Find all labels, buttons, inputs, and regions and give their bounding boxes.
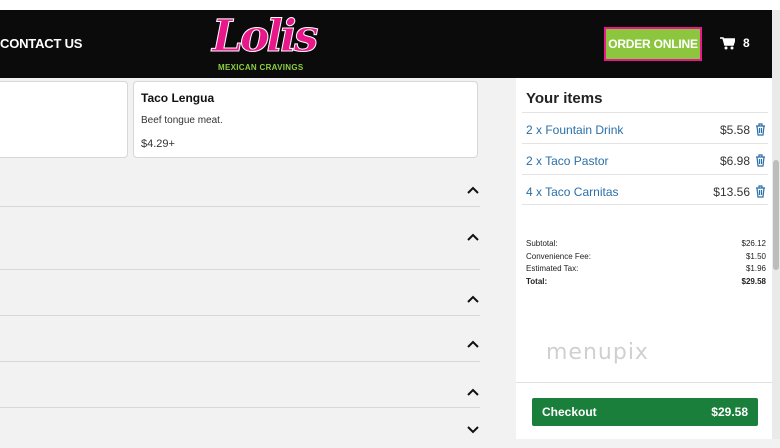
shopping-cart-icon (720, 36, 735, 49)
total-row: Total: $29.58 (526, 276, 766, 289)
fee-row: Convenience Fee: $1.50 (526, 251, 766, 264)
cart-item-row: 4 x Taco Carnitas $13.56 (522, 174, 768, 205)
checkout-amount: $29.58 (711, 405, 748, 419)
checkout-label: Checkout (542, 405, 597, 419)
menu-item-card[interactable]: Taco Lengua Beef tongue meat. $4.29+ (133, 81, 478, 158)
menu-section[interactable] (0, 270, 480, 316)
menu-item-name: Taco Lengua (141, 91, 215, 105)
fee-label: Convenience Fee: (526, 251, 591, 261)
cart-item-name[interactable]: 4 x Taco Carnitas (526, 185, 619, 199)
chevron-up-icon[interactable] (466, 387, 480, 397)
logo-wordmark: Lolis (212, 11, 319, 62)
order-online-button[interactable]: ORDER ONLINE (604, 27, 702, 61)
cart-item-price: $13.56 (713, 185, 750, 199)
trash-icon[interactable] (755, 154, 766, 167)
site-logo[interactable]: Lolis MEXICAN CRAVINGS (212, 11, 319, 77)
menu-section[interactable] (0, 207, 480, 270)
subtotal-label: Subtotal: (526, 239, 558, 248)
page-scrollbar[interactable] (772, 10, 780, 439)
nav-contact-us[interactable]: CONTACT US (0, 36, 82, 51)
order-summary-panel: Your items 2 x Fountain Drink $5.58 2 x … (516, 78, 772, 439)
menu-section[interactable] (0, 362, 480, 408)
cart-button[interactable]: 8 (720, 36, 750, 50)
checkout-button[interactable]: Checkout $29.58 (532, 398, 758, 426)
tax-row: Estimated Tax: $1.96 (526, 263, 766, 276)
chevron-up-icon[interactable] (466, 232, 480, 242)
total-label: Total: (526, 276, 548, 286)
order-totals: Subtotal: $26.12 Convenience Fee: $1.50 … (526, 238, 766, 288)
chevron-up-icon[interactable] (466, 185, 480, 195)
logo-subtitle: MEXICAN CRAVINGS (218, 63, 304, 72)
your-items-title: Your items (526, 90, 603, 107)
menu-item-description: Beef tongue meat. (141, 115, 223, 126)
top-strip (0, 0, 780, 10)
cart-item-price: $6.98 (719, 154, 750, 168)
cart-item-row: 2 x Fountain Drink $5.58 (522, 112, 768, 143)
trash-icon[interactable] (755, 123, 766, 136)
cart-item-name[interactable]: 2 x Fountain Drink (526, 123, 623, 137)
subtotal-row: Subtotal: $26.12 (526, 238, 766, 251)
tax-value: $1.96 (745, 264, 766, 273)
menu-section[interactable] (0, 158, 480, 207)
cart-count: 8 (743, 36, 750, 50)
chevron-up-icon[interactable] (466, 339, 480, 349)
cart-item-row: 2 x Taco Pastor $6.98 (522, 143, 768, 174)
trash-icon[interactable] (755, 185, 766, 198)
scrollbar-thumb[interactable] (773, 160, 779, 270)
subtotal-value: $26.12 (741, 239, 766, 248)
chevron-down-icon[interactable] (466, 425, 480, 435)
total-value: $29.58 (741, 276, 766, 286)
cart-item-price: $5.58 (719, 123, 750, 137)
menu-section[interactable] (0, 316, 480, 362)
fee-value: $1.50 (745, 251, 766, 261)
menupix-watermark: menupix (546, 340, 649, 365)
chevron-up-icon[interactable] (466, 294, 480, 304)
menu-item-price: $4.29+ (141, 138, 175, 150)
tax-label: Estimated Tax: (526, 264, 579, 273)
menu-section[interactable] (0, 408, 480, 448)
menu-item-card-partial[interactable] (0, 81, 128, 158)
cart-item-name[interactable]: 2 x Taco Pastor (526, 154, 609, 168)
panel-divider (516, 382, 772, 383)
site-header: CONTACT US Lolis MEXICAN CRAVINGS ORDER … (0, 10, 772, 78)
